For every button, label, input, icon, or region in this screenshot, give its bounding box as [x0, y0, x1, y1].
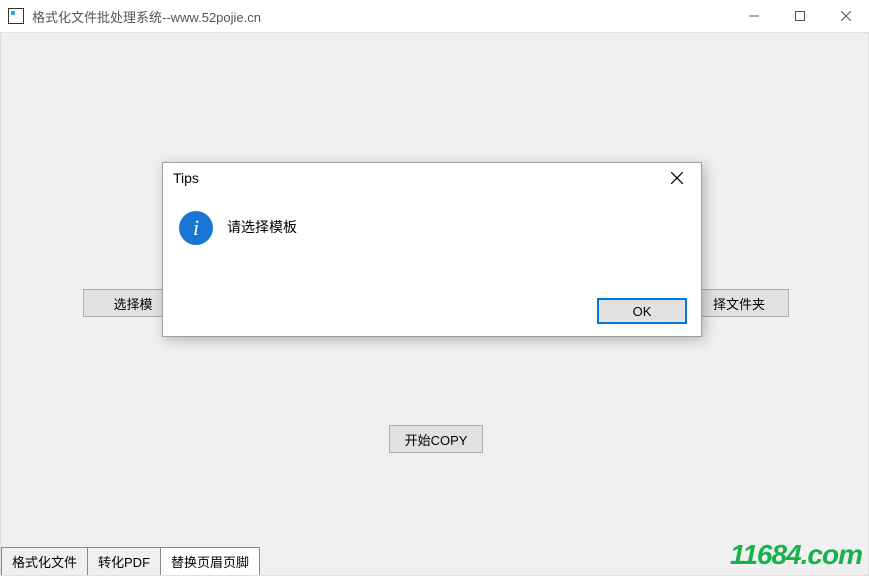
maximize-button[interactable]: [777, 0, 823, 32]
dialog-title: Tips: [173, 170, 663, 186]
close-button[interactable]: [823, 0, 869, 32]
main-window: 格式化文件批处理系统--www.52pojie.cn 选择模 择文件夹 开始CO…: [0, 0, 869, 576]
dialog-close-button[interactable]: [663, 164, 691, 192]
ok-button[interactable]: OK: [597, 298, 687, 324]
watermark: 11684.com: [730, 539, 862, 571]
tab-convert-pdf[interactable]: 转化PDF: [87, 547, 161, 575]
select-folder-button[interactable]: 择文件夹: [689, 289, 789, 317]
window-title: 格式化文件批处理系统--www.52pojie.cn: [32, 7, 731, 26]
start-copy-button[interactable]: 开始COPY: [389, 425, 483, 453]
tips-dialog: Tips i 请选择模板 OK: [162, 162, 702, 337]
tab-bar: 格式化文件 转化PDF 替换页眉页脚: [1, 547, 259, 575]
app-icon: [8, 8, 24, 24]
dialog-footer: OK: [597, 298, 687, 324]
minimize-button[interactable]: [731, 0, 777, 32]
tab-replace-header-footer[interactable]: 替换页眉页脚: [160, 547, 260, 575]
window-controls: [731, 0, 869, 32]
tab-format-files[interactable]: 格式化文件: [1, 547, 88, 575]
dialog-message: 请选择模板: [227, 211, 297, 237]
dialog-body: i 请选择模板: [163, 193, 701, 245]
titlebar: 格式化文件批处理系统--www.52pojie.cn: [0, 0, 869, 32]
dialog-titlebar: Tips: [163, 163, 701, 193]
info-icon: i: [179, 211, 213, 245]
